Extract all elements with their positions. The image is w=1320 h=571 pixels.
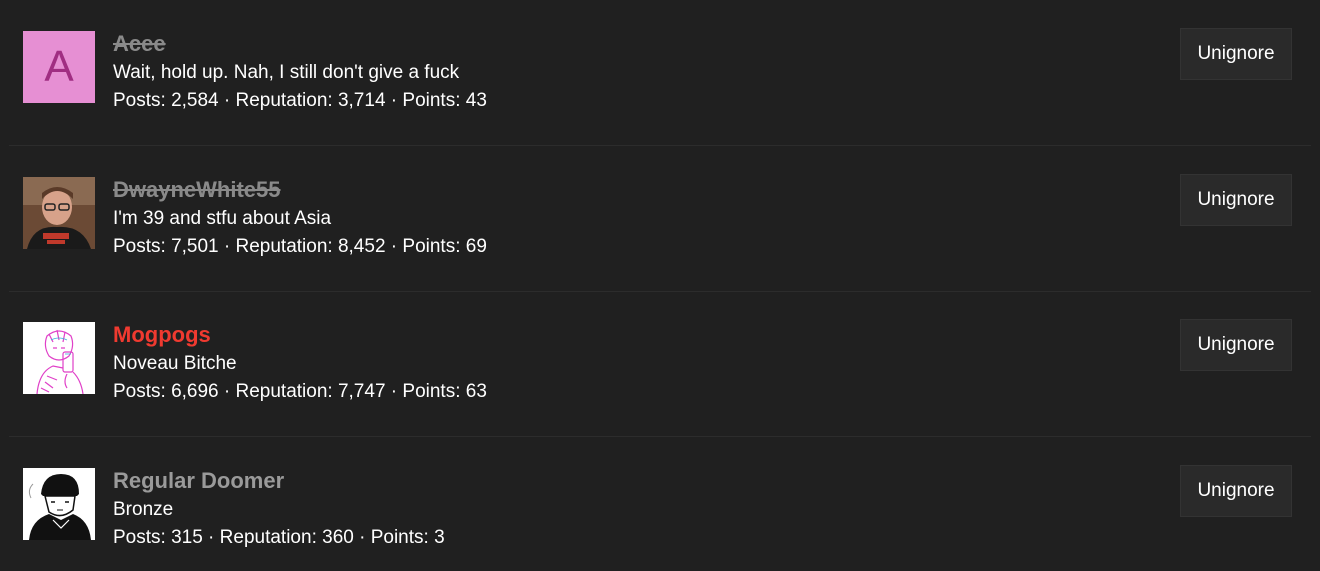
- avatar[interactable]: [23, 468, 95, 540]
- avatar[interactable]: A: [23, 31, 95, 103]
- username[interactable]: Acee: [113, 31, 166, 57]
- unignore-button[interactable]: Unignore: [1180, 28, 1292, 80]
- avatar[interactable]: [23, 177, 95, 249]
- unignore-button[interactable]: Unignore: [1180, 465, 1292, 517]
- username[interactable]: Mogpogs: [113, 322, 211, 348]
- list-item: Regular Doomer Bronze Posts: 315 · Reput…: [9, 437, 1311, 571]
- list-item: A Acee Wait, hold up. Nah, I still don't…: [9, 0, 1311, 146]
- user-title: Noveau Bitche: [113, 353, 237, 374]
- user-stats: Posts: 2,584 · Reputation: 3,714 · Point…: [113, 90, 487, 111]
- avatar-photo: [23, 177, 95, 249]
- list-item: Mogpogs Noveau Bitche Posts: 6,696 · Rep…: [9, 291, 1311, 437]
- unignore-button[interactable]: Unignore: [1180, 319, 1292, 371]
- avatar-drawing: [23, 322, 95, 394]
- user-stats: Posts: 315 · Reputation: 360 · Points: 3: [113, 527, 445, 548]
- avatar-drawing: [23, 468, 95, 540]
- user-title: Wait, hold up. Nah, I still don't give a…: [113, 62, 460, 83]
- username[interactable]: DwayneWhite55: [113, 177, 281, 203]
- user-stats: Posts: 6,696 · Reputation: 7,747 · Point…: [113, 381, 487, 402]
- avatar[interactable]: [23, 322, 95, 394]
- list-item: DwayneWhite55 I'm 39 and stfu about Asia…: [9, 146, 1311, 292]
- ignored-users-list: A Acee Wait, hold up. Nah, I still don't…: [0, 0, 1320, 571]
- unignore-button[interactable]: Unignore: [1180, 174, 1292, 226]
- user-stats: Posts: 7,501 · Reputation: 8,452 · Point…: [113, 236, 487, 257]
- username[interactable]: Regular Doomer: [113, 468, 284, 494]
- avatar-letter: A: [23, 31, 95, 103]
- user-title: Bronze: [113, 499, 174, 520]
- user-title: I'm 39 and stfu about Asia: [113, 208, 332, 229]
